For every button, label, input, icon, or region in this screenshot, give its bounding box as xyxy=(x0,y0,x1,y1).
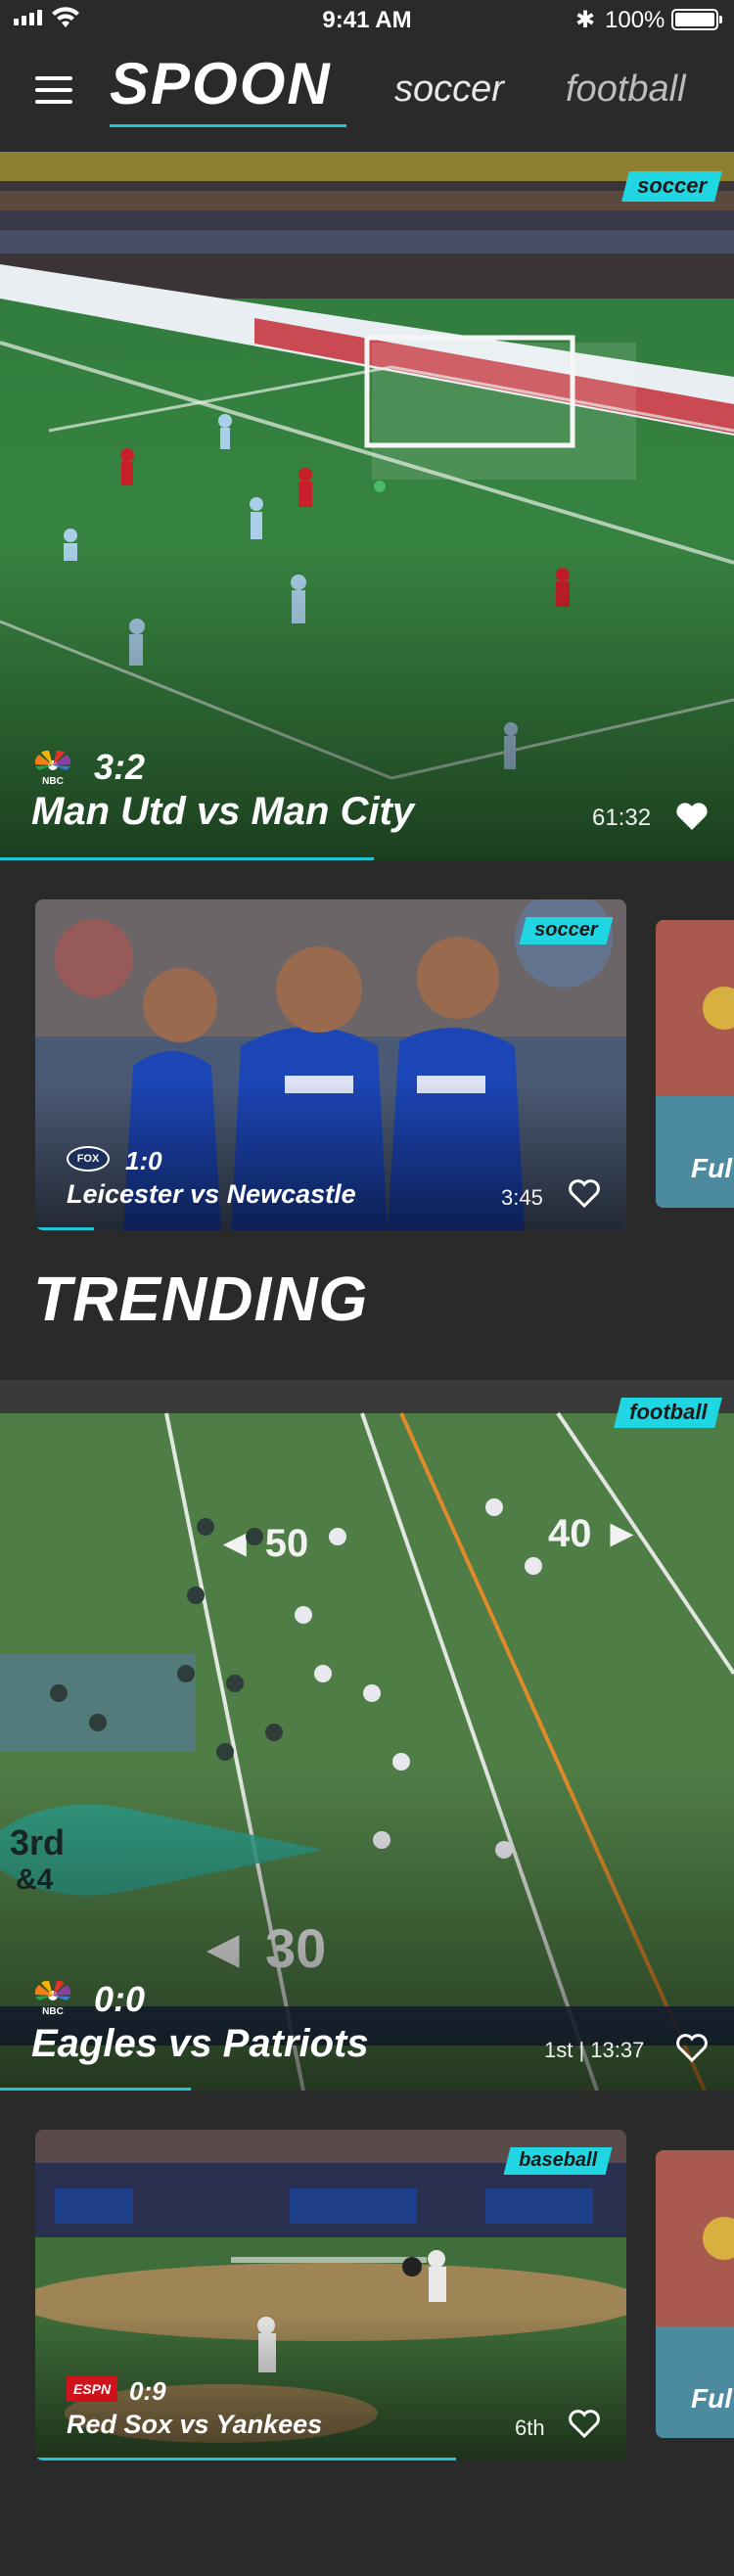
hamburger-menu-icon[interactable] xyxy=(35,76,72,104)
match-time: 61:32 xyxy=(592,805,652,831)
next-match-title: Ful xyxy=(691,2383,732,2414)
section-title-trending: TRENDING xyxy=(33,1264,369,1334)
top-nav: SPOON soccer football xyxy=(0,39,734,152)
trending-match-card[interactable]: ◄ 50 40 ► ◄ 30 3rd &4 football NBC 0:0 E… xyxy=(0,1380,734,2091)
svg-text:40 ►: 40 ► xyxy=(548,1512,641,1555)
video-progress-bar xyxy=(0,857,374,860)
status-bar: 9:41 AM ✱ 100% xyxy=(0,0,734,39)
favorite-heart-icon[interactable] xyxy=(675,802,709,831)
svg-text:NBC: NBC xyxy=(42,2006,64,2017)
tab-football[interactable]: football xyxy=(566,69,686,111)
svg-text:NBC: NBC xyxy=(42,776,64,787)
hero-match-card[interactable]: soccer NBC 3:2 Man Utd vs Man City 61:32 xyxy=(0,152,734,860)
favorite-heart-icon[interactable] xyxy=(675,2034,709,2063)
espn-logo-icon: ESPN xyxy=(67,2376,117,2402)
nbc-logo-icon: NBC xyxy=(34,750,71,787)
battery-icon xyxy=(671,9,722,30)
sport-tag: soccer xyxy=(621,171,722,202)
match-title: Leicester vs Newcastle xyxy=(67,1179,356,1209)
match-title: Red Sox vs Yankees xyxy=(67,2410,323,2439)
match-card[interactable]: soccer FOX 1:0 Leicester vs Newcastle 3:… xyxy=(35,899,626,1230)
match-title: Eagles vs Patriots xyxy=(31,2022,369,2065)
tab-soccer[interactable]: soccer xyxy=(394,69,504,111)
match-title: Man Utd vs Man City xyxy=(31,790,415,833)
match-score: 0:9 xyxy=(129,2376,166,2406)
match-time: 1st | 13:37 xyxy=(544,2038,645,2062)
next-match-card[interactable]: Ful xyxy=(656,2150,734,2438)
match-time: 6th xyxy=(515,2415,545,2440)
sport-tag: baseball xyxy=(503,2147,613,2175)
match-score: 0:0 xyxy=(94,1979,146,2019)
match-score: 1:0 xyxy=(125,1146,162,1175)
sport-tag: soccer xyxy=(519,917,613,944)
next-match-title: Ful xyxy=(691,1153,732,1183)
favorite-heart-icon[interactable] xyxy=(568,2410,601,2439)
match-score: 3:2 xyxy=(94,747,146,787)
match-card[interactable]: baseball ESPN 0:9 Red Sox vs Yankees 6th xyxy=(35,2130,626,2461)
fox-logo-icon: FOX xyxy=(67,1146,110,1172)
video-progress-bar xyxy=(0,2088,191,2091)
video-progress-bar xyxy=(35,2458,456,2461)
nbc-logo-icon: NBC xyxy=(34,1980,71,2017)
favorite-heart-icon[interactable] xyxy=(568,1179,601,1209)
svg-text:◄ 50: ◄ 50 xyxy=(215,1522,308,1565)
battery-percent: 100% xyxy=(605,7,665,33)
video-progress-bar xyxy=(35,1227,94,1230)
match-time: 3:45 xyxy=(501,1185,543,1210)
next-match-card[interactable]: Ful xyxy=(656,920,734,1208)
app-logo[interactable]: SPOON xyxy=(110,55,332,114)
bluetooth-icon: ✱ xyxy=(575,7,596,33)
sport-tag: football xyxy=(613,1398,722,1428)
active-tab-indicator xyxy=(110,124,346,127)
